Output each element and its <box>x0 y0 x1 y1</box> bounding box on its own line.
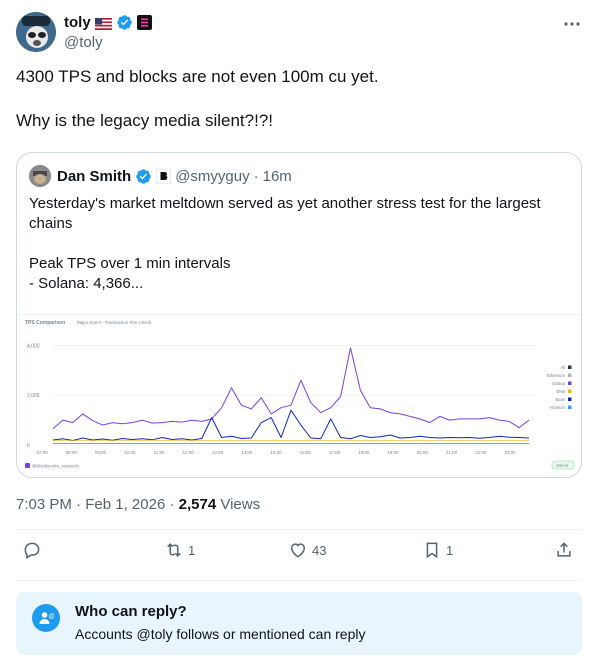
x-tick-label: 18:00 <box>358 450 370 455</box>
author-name-line: toly <box>64 14 152 31</box>
chart-title: TPS Comparison <box>25 320 65 326</box>
series-line-solana <box>52 347 530 430</box>
y-tick-label: 2,000 <box>27 393 40 399</box>
legend-swatch <box>568 373 572 377</box>
action-bar: 1 43 1 <box>16 540 582 570</box>
tps-comparison-chart[interactable]: TPS Comparison Major Event - Transaction … <box>17 314 581 477</box>
x-tick-label: 17:00 <box>329 450 341 455</box>
tweet-header: toly @toly <box>16 12 582 56</box>
tweet-time[interactable]: 7:03 PM <box>16 496 72 513</box>
quote-author-name: Dan Smith <box>57 167 132 185</box>
x-tick-label: 10:00 <box>124 450 136 455</box>
views-label: Views <box>220 496 261 513</box>
quote-text-para-1: Yesterday's market meltdown served as ye… <box>29 195 541 232</box>
repost-count: 1 <box>188 542 196 558</box>
like-count: 43 <box>312 542 327 558</box>
x-tick-label: 14:00 <box>241 450 253 455</box>
x-tick-label: 15:00 <box>270 450 282 455</box>
tweet-line-2: Why is the legacy media silent?!?! <box>16 111 274 130</box>
divider-bottom <box>16 580 582 581</box>
bookmark-count: 1 <box>446 542 454 558</box>
tweet-text: 4300 TPS and blocks are not even 100m cu… <box>16 66 582 154</box>
meta-separator-1: · <box>76 496 82 513</box>
watermark-logo <box>25 463 30 468</box>
x-tick-label: 23:00 <box>504 450 516 455</box>
who-can-reply-box: @ Who can reply? Accounts @toly follows … <box>16 592 582 655</box>
more-options-icon[interactable] <box>562 14 582 34</box>
heart-icon <box>290 543 306 558</box>
author-avatar[interactable] <box>16 12 56 52</box>
verified-icon <box>116 15 132 30</box>
y-tick-label: 0 <box>27 443 30 449</box>
share-icon <box>557 542 571 557</box>
quote-author-handle: @smyyguy <box>175 167 250 185</box>
x-tick-label: 08:00 <box>66 450 78 455</box>
legend-label: Base <box>555 397 565 402</box>
author-handle[interactable]: @toly <box>64 34 103 51</box>
who-can-reply-title: Who can reply? <box>75 603 187 620</box>
repost-button[interactable]: 1 <box>164 540 195 560</box>
reply-icon <box>24 542 40 560</box>
reply-button[interactable] <box>22 540 46 560</box>
quote-text-line-3: - Solana: 4,366... <box>29 275 144 292</box>
x-tick-label: 09:00 <box>95 450 107 455</box>
x-tick-label: 12:00 <box>183 450 195 455</box>
legend-swatch <box>568 381 572 385</box>
mention-icon: @ <box>32 604 60 632</box>
legend-label: Arbitrum <box>549 405 565 410</box>
who-can-reply-subtitle: Accounts @toly follows or mentioned can … <box>75 626 366 642</box>
tweet-date[interactable]: Feb 1, 2026 <box>85 496 165 513</box>
x-tick-label: 07:00 <box>36 450 48 455</box>
x-tick-label: 21:00 <box>446 450 458 455</box>
x-tick-label: 20:00 <box>417 450 429 455</box>
quote-text: Yesterday's market meltdown served as ye… <box>29 194 569 294</box>
quote-author-avatar <box>29 165 51 187</box>
quote-text-line-2: Peak TPS over 1 min intervals <box>29 255 231 272</box>
series-line-base <box>52 409 530 441</box>
share-button[interactable] <box>554 540 574 560</box>
legend-label: Ethereum <box>547 373 566 378</box>
x-tick-label: 19:00 <box>387 450 399 455</box>
legend-label: BNB <box>556 389 565 394</box>
x-tick-label: 16:00 <box>300 450 312 455</box>
org-badge-icon <box>136 15 152 30</box>
legend-swatch <box>568 365 572 369</box>
us-flag-icon <box>94 17 112 30</box>
legend-swatch <box>568 405 572 409</box>
legend-label: All <box>560 365 565 370</box>
interval-label: 10min <box>556 463 569 468</box>
quoted-tweet-card[interactable]: Dan Smith @smyyguy · 16m Yesterday's mar… <box>16 152 582 478</box>
tweet-line-1: 4300 TPS and blocks are not even 100m cu… <box>16 67 379 86</box>
tweet-meta: 7:03 PM · Feb 1, 2026 · 2,574 Views <box>16 496 260 513</box>
quote-timestamp: 16m <box>262 167 292 185</box>
legend-swatch <box>568 389 572 393</box>
legend-swatch <box>568 397 572 401</box>
chart-subtitle: Major Event - Transaction Fee Check <box>77 320 152 325</box>
bookmark-button[interactable]: 1 <box>422 540 453 560</box>
views-count: 2,574 <box>178 496 217 513</box>
like-button[interactable]: 43 <box>288 540 326 560</box>
x-tick-label: 22:00 <box>475 450 487 455</box>
repost-icon <box>167 543 181 557</box>
quote-header: Dan Smith @smyyguy · 16m <box>29 165 292 187</box>
x-tick-label: 13:00 <box>212 450 224 455</box>
meta-separator-2: · <box>169 496 175 513</box>
legend-label: Solana <box>552 381 566 386</box>
bookmark-icon <box>426 542 438 559</box>
author-name[interactable]: toly <box>64 14 91 31</box>
x-tick-label: 11:00 <box>154 450 165 455</box>
chart-watermark: @blockworks_research <box>32 464 79 469</box>
blockworks-badge-icon <box>156 168 172 184</box>
divider-top <box>16 529 582 530</box>
y-tick-label: 4,000 <box>27 343 40 349</box>
svg-text:@: @ <box>49 613 55 620</box>
chart-svg: TPS Comparison Major Event - Transaction … <box>25 320 575 470</box>
verified-icon <box>136 168 151 184</box>
quote-separator: · <box>253 167 259 185</box>
